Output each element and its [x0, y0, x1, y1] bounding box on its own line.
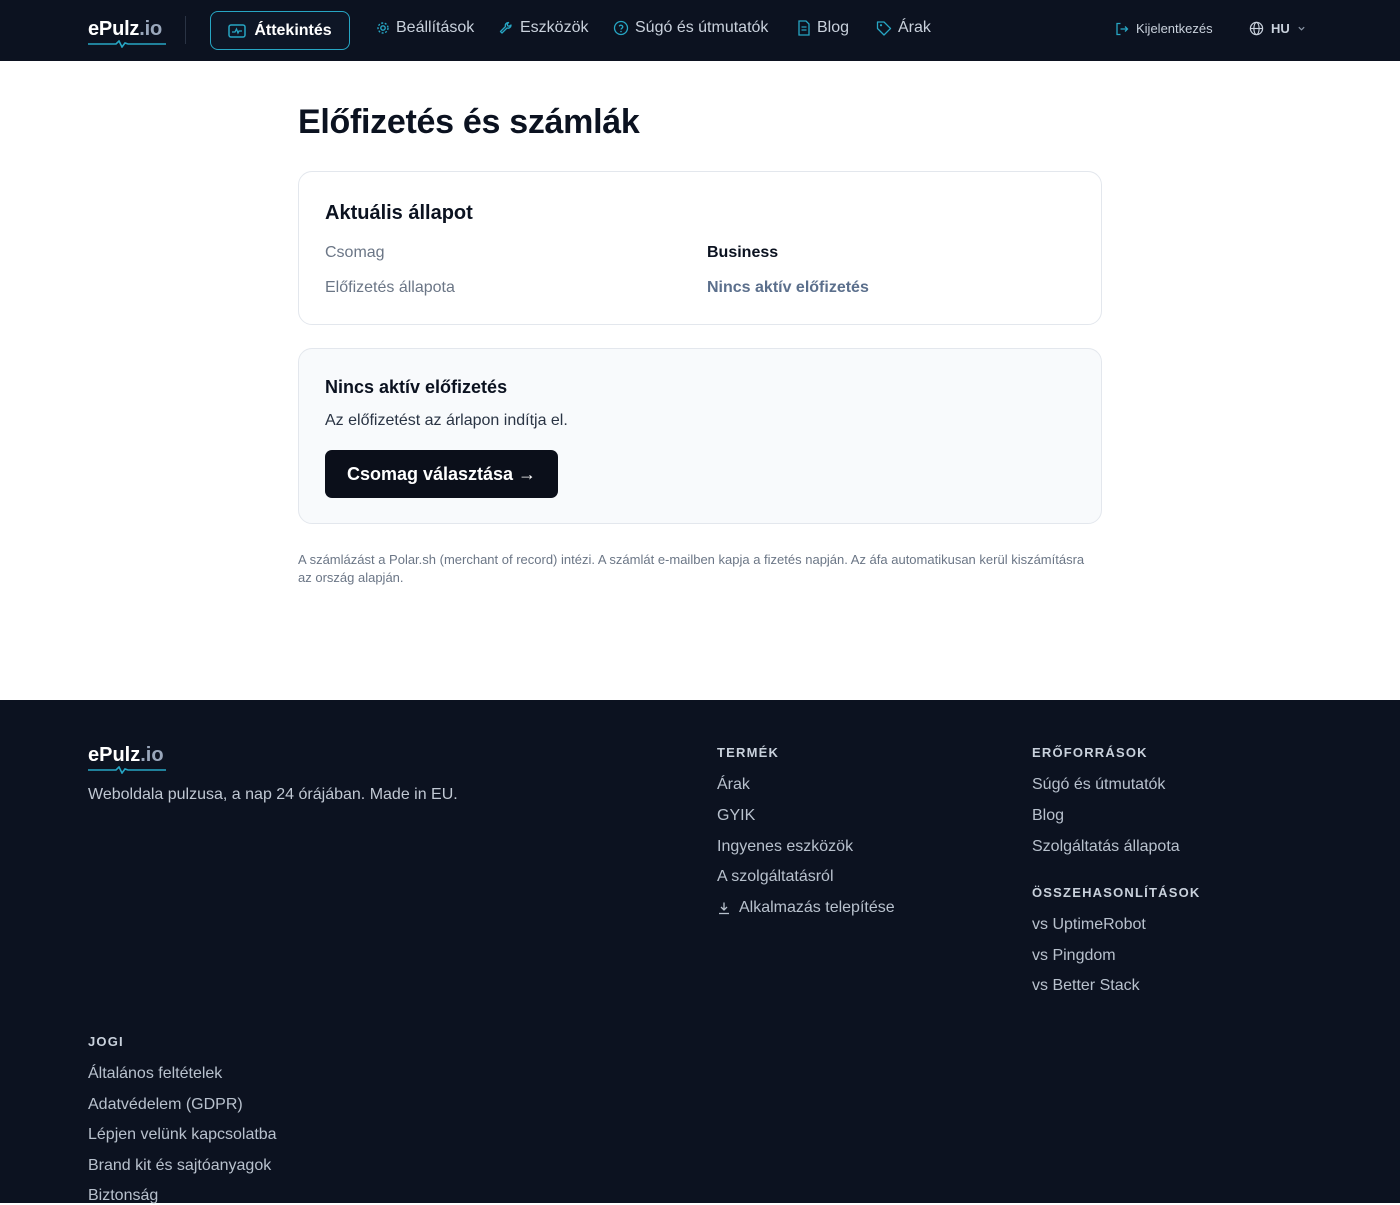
footer-link-faq[interactable]: GYIK: [717, 807, 755, 825]
logout-label: Kijelentkezés: [1136, 21, 1213, 36]
footer-heading-legal: JOGI: [88, 1034, 124, 1049]
footer-link-security[interactable]: Biztonság: [88, 1187, 158, 1205]
help-circle-icon: [613, 20, 629, 36]
plan-label: Csomag: [325, 244, 385, 261]
page-title: Előfizetés és számlák: [298, 103, 640, 141]
subscription-status-label: Előfizetés állapota: [325, 279, 455, 296]
no-subscription-card: Nincs aktív előfizetés Az előfizetést az…: [298, 348, 1102, 524]
gear-icon: [377, 22, 389, 34]
footer-link-about[interactable]: A szolgáltatásról: [717, 868, 834, 886]
current-status-card: Aktuális állapot Csomag Business Előfize…: [298, 171, 1102, 325]
footer-link-label: Alkalmazás telepítése: [739, 899, 895, 916]
footer-link-install-app[interactable]: Alkalmazás telepítése: [717, 899, 895, 917]
language-code: HU: [1271, 21, 1290, 36]
logout-button[interactable]: Kijelentkezés: [1115, 21, 1213, 36]
footer-link-status[interactable]: Szolgáltatás állapota: [1032, 838, 1180, 856]
footer-link-vs-betterstack[interactable]: vs Better Stack: [1032, 977, 1140, 995]
footer-link-contact[interactable]: Lépjen velünk kapcsolatba: [88, 1126, 277, 1144]
tab-overview[interactable]: Áttekintés: [210, 11, 350, 50]
footer-link-brand-kit[interactable]: Brand kit és sajtóanyagok: [88, 1157, 271, 1175]
footer-link-privacy[interactable]: Adatvédelem (GDPR): [88, 1096, 243, 1114]
choose-plan-button[interactable]: Csomag választása →: [325, 450, 558, 498]
pulse-line-icon: [88, 40, 166, 48]
wrench-icon: [499, 21, 512, 34]
dashboard-icon: [228, 23, 247, 38]
nav-item-label: Blog: [817, 19, 850, 36]
footer-logo[interactable]: ePulz.io: [88, 744, 166, 774]
language-selector[interactable]: HU: [1249, 21, 1306, 36]
nav-item-help[interactable]: Súgó és útmutatók: [613, 19, 768, 37]
logout-icon: [1116, 22, 1129, 35]
card-heading: Aktuális állapot: [325, 202, 473, 224]
nav-item-label: Árak: [898, 19, 931, 36]
footer-heading-comparisons: ÖSSZEHASONLÍTÁSOK: [1032, 885, 1201, 900]
footer-link-vs-uptimerobot[interactable]: vs UptimeRobot: [1032, 916, 1146, 934]
footer-link-help[interactable]: Súgó és útmutatók: [1032, 776, 1165, 794]
document-icon: [798, 20, 810, 36]
logo[interactable]: ePulz.io: [88, 18, 166, 48]
nav-item-tools[interactable]: Eszközök: [498, 19, 588, 37]
logo-text: ePulz: [88, 744, 141, 766]
nav-item-label: Súgó és útmutatók: [635, 19, 769, 36]
logo-tld: .io: [139, 18, 162, 40]
top-navigation: ePulz.io Áttekintés Beállítások Eszközök…: [0, 0, 1400, 61]
footer-heading-product: TERMÉK: [717, 745, 780, 760]
logo-text: ePulz: [88, 18, 140, 40]
globe-icon: [1249, 21, 1264, 36]
footer-heading-resources: ERŐFORRÁSOK: [1032, 745, 1148, 760]
billing-note: A számlázást a Polar.sh (merchant of rec…: [298, 552, 1085, 585]
footer-link-terms[interactable]: Általános feltételek: [88, 1065, 222, 1083]
tab-overview-label: Áttekintés: [254, 21, 332, 39]
card-heading: Nincs aktív előfizetés: [325, 377, 508, 397]
footer: ePulz.io Weboldala pulzusa, a nap 24 órá…: [0, 700, 1400, 1205]
plan-value: Business: [707, 244, 779, 261]
footer-tagline: Weboldala pulzusa, a nap 24 órájában. Ma…: [88, 786, 458, 803]
nav-item-pricing[interactable]: Árak: [876, 19, 931, 37]
footer-link-free-tools[interactable]: Ingyenes eszközök: [717, 838, 853, 856]
card-text: Az előfizetést az árlapon indítja el.: [325, 412, 568, 429]
logo-tld: .io: [140, 744, 164, 766]
footer-link-vs-pingdom[interactable]: vs Pingdom: [1032, 947, 1116, 965]
nav-item-label: Beállítások: [396, 19, 475, 36]
footer-link-pricing[interactable]: Árak: [717, 776, 750, 794]
nav-divider: [185, 16, 186, 44]
subscription-status-value: Nincs aktív előfizetés: [707, 279, 869, 296]
nav-item-label: Eszközök: [520, 19, 589, 36]
footer-link-blog[interactable]: Blog: [1032, 807, 1064, 825]
pulse-line-icon: [88, 766, 166, 774]
chevron-down-icon: [1298, 26, 1305, 31]
tag-icon: [876, 21, 892, 36]
nav-item-blog[interactable]: Blog: [797, 19, 849, 37]
download-icon: [719, 902, 729, 915]
nav-item-settings[interactable]: Beállítások: [376, 19, 474, 37]
